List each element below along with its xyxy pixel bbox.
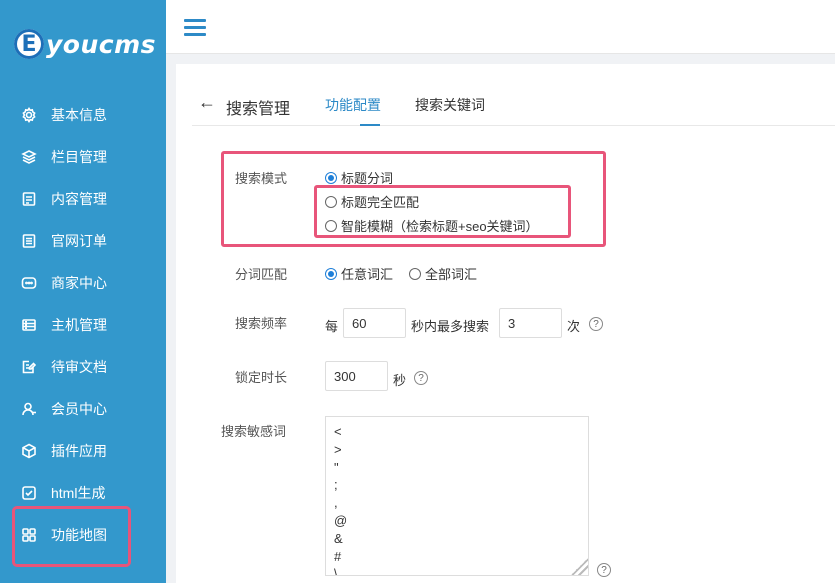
tab-feature-config[interactable]: 功能配置 [325,95,381,115]
sidebar-item-label: 栏目管理 [51,149,107,165]
sidebar-item-label: 主机管理 [51,317,107,333]
top-bar [166,0,835,54]
page-title: 搜索管理 [226,101,291,118]
tab-bar: ← 搜索管理 功能配置 搜索关键词 [192,64,835,126]
sidebar-item-label: 商家中心 [51,275,107,291]
sidebar-item-label: html生成 [51,485,106,501]
radio-all-words[interactable]: 全部词汇 [409,264,477,283]
sidebar-item-label: 插件应用 [51,443,107,459]
edit-doc-icon [20,358,38,376]
logo-mark-icon: E [14,29,44,59]
gear-icon [20,106,38,124]
user-icon [20,400,38,418]
menu-toggle-icon[interactable] [184,19,206,37]
radio-any-word[interactable]: 任意词汇 [325,264,393,283]
frequency-suffix: 次 [567,319,581,334]
back-arrow-icon[interactable]: ← [198,92,216,113]
radio-label: 全部词汇 [425,267,478,282]
cube-icon [20,442,38,460]
sensitive-word-line: , [334,495,338,511]
document-icon [20,190,38,208]
active-tab-indicator [360,124,380,126]
sidebar: E youcms 基本信息 栏目管理 内容管理 官网订单 商家中心 主机管理 待… [0,0,166,583]
help-icon[interactable]: ? [414,371,428,385]
word-match-label: 分词匹配 [235,267,288,282]
frequency-middle-text: 秒内最多搜索 [411,319,490,334]
sensitive-word-line: # [334,548,342,564]
search-options-highlight [314,185,571,238]
sensitive-word-line: " [334,459,339,475]
tab-search-keywords[interactable]: 搜索关键词 [415,95,485,115]
sidebar-item-label: 基本信息 [51,107,107,123]
textarea-resize-handle[interactable] [571,558,588,575]
logo-text: youcms [46,29,157,59]
frequency-seconds-input[interactable]: 60 [343,308,406,338]
sidebar-item-merchant[interactable]: 商家中心 [0,262,166,304]
sensitive-words-textarea[interactable]: < > " ; , @ & # \ [325,416,589,576]
sidebar-item-content[interactable]: 内容管理 [0,178,166,220]
list-icon [20,232,38,250]
sensitive-word-line: > [334,441,342,457]
logo[interactable]: E youcms [14,24,156,64]
sensitive-word-line: \ [334,566,338,576]
sidebar-item-pending-docs[interactable]: 待审文档 [0,346,166,388]
check-square-icon [20,484,38,502]
radio-unchecked-icon [409,267,421,280]
sensitive-word-line: & [334,530,343,546]
sidebar-item-columns[interactable]: 栏目管理 [0,136,166,178]
lock-duration-label: 锁定时长 [235,370,288,385]
sidebar-item-label: 会员中心 [51,401,107,417]
radio-checked-icon [325,267,337,280]
radio-label: 任意词汇 [341,267,394,282]
sidebar-item-label: 官网订单 [51,233,107,249]
help-icon[interactable]: ? [597,563,611,577]
sidebar-item-plugins[interactable]: 插件应用 [0,430,166,472]
sidebar-item-basic-info[interactable]: 基本信息 [0,94,166,136]
sidebar-item-hosts[interactable]: 主机管理 [0,304,166,346]
sensitive-words-label: 搜索敏感词 [221,424,287,439]
layers-icon [20,148,38,166]
help-icon[interactable]: ? [589,317,603,331]
sidebar-item-label: 内容管理 [51,191,107,207]
sidebar-item-label: 待审文档 [51,359,107,375]
sensitive-word-line: @ [334,512,348,528]
frequency-prefix: 每 [325,319,339,334]
frequency-label: 搜索频率 [235,316,288,331]
sidebar-item-members[interactable]: 会员中心 [0,388,166,430]
sidebar-nav: 基本信息 栏目管理 内容管理 官网订单 商家中心 主机管理 待审文档 会员中心 [0,94,166,556]
feature-map-highlight [12,506,131,567]
server-icon [20,316,38,334]
sidebar-item-orders[interactable]: 官网订单 [0,220,166,262]
sensitive-word-line: ; [334,477,338,493]
lock-duration-input[interactable]: 300 [325,361,388,391]
sensitive-word-line: < [334,424,342,439]
lock-duration-unit: 秒 [393,373,407,388]
chat-icon [20,274,38,292]
frequency-times-input[interactable]: 3 [499,308,562,338]
